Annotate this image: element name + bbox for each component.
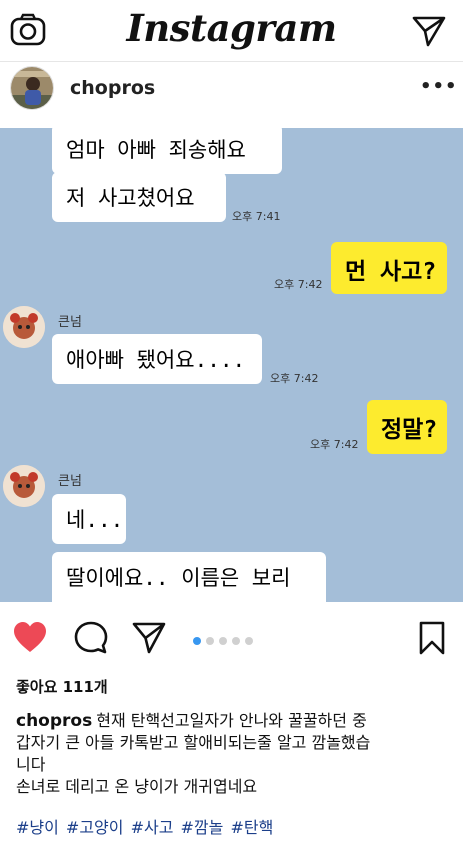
chat-bubble: 딸이에요.. 이름은 보리 (52, 552, 326, 602)
bookmark-icon[interactable] (414, 620, 450, 656)
carousel-dot (193, 637, 201, 645)
chat-sender-name: 큰넘 (58, 315, 82, 330)
post-actions (0, 608, 463, 668)
caption-line: 갑자기 큰 아들 카톡받고 할애비되는줄 알고 깜놀했습 (16, 733, 371, 752)
app-logo: Instagram (126, 6, 337, 50)
like-count[interactable]: 좋아요 111개 (16, 676, 108, 697)
chat-bubble: 애아빠 됐어요.... (52, 334, 262, 384)
timestamp: 오후 7:42 (274, 278, 323, 291)
post-photo: 엄마 아빠 죄송해요 저 사고쳤어요 오후 7:41 먼 사고? 오후 7:42… (0, 128, 463, 602)
carousel-indicator (193, 637, 253, 645)
timestamp: 오후 7:41 (232, 210, 281, 223)
caption-username[interactable]: chopros (16, 711, 92, 731)
caption-line: 니다 (16, 755, 46, 774)
carousel-dot (232, 637, 240, 645)
chat-bubble: 먼 사고? (331, 242, 447, 294)
chat-bubble: 저 사고쳤어요 (52, 172, 226, 222)
chat-bubble: 네... (52, 494, 126, 544)
heart-icon[interactable] (12, 620, 48, 656)
caption-line: 손녀로 데리고 온 냥이가 개귀엽네요 (16, 777, 258, 796)
timestamp: 오후 7:42 (310, 438, 359, 451)
comment-icon[interactable] (73, 620, 109, 656)
direct-message-icon[interactable] (412, 14, 446, 48)
carousel-dot (219, 637, 227, 645)
more-options-icon[interactable]: ••• (420, 76, 458, 97)
chat-bubble: 엄마 아빠 죄송해요 (52, 128, 282, 174)
chat-bubble: 정말? (367, 400, 447, 454)
caption-line: 현재 탄핵선고일자가 안나와 꿀꿀하던 중 (96, 711, 367, 730)
post-username[interactable]: chopros (70, 77, 155, 99)
chat-sender-name: 큰넘 (58, 474, 82, 489)
timestamp: 오후 7:42 (270, 372, 319, 385)
share-icon[interactable] (131, 620, 167, 656)
carousel-dot (206, 637, 214, 645)
carousel-dot (245, 637, 253, 645)
post-header: chopros ••• (0, 63, 463, 121)
hashtags[interactable]: #냥이 #고양이 #사고 #깜놀 #탄핵 (16, 814, 273, 838)
top-bar: Instagram (0, 0, 463, 62)
chat-avatar (3, 465, 45, 507)
avatar[interactable] (10, 66, 54, 110)
post-caption: chopros 현재 탄핵선고일자가 안나와 꿀꿀하던 중 갑자기 큰 아들 카톡… (16, 710, 456, 798)
chat-avatar (3, 306, 45, 348)
